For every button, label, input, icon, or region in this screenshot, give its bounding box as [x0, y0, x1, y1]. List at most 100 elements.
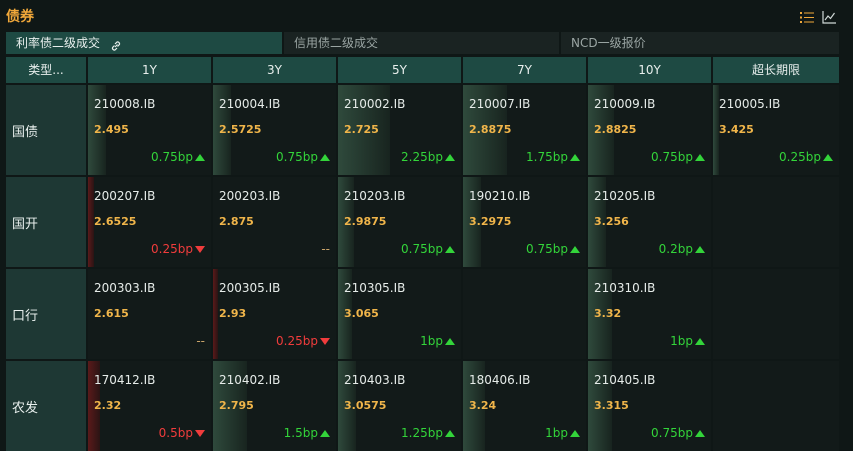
bond-cell[interactable]: 200305.IB 2.93 0.25bp [213, 269, 336, 359]
bond-cell[interactable]: 200203.IB 2.875 -- [213, 177, 336, 267]
bond-yield: 2.875 [219, 215, 254, 228]
bond-code: 200203.IB [219, 189, 281, 203]
triangle-up-icon [695, 245, 705, 253]
bp-change: 0.75bp [151, 150, 205, 164]
bp-change-value: 0.75bp [276, 150, 318, 164]
tab-ncd[interactable]: NCD一级报价 [561, 32, 839, 54]
bp-change-value: 0.25bp [779, 150, 821, 164]
bp-change-value: -- [196, 334, 205, 348]
tab-bar: 利率债二级成交 信用债二级成交 NCD一级报价 [6, 32, 839, 54]
triangle-down-icon [195, 429, 205, 437]
bp-change-value: 2.25bp [401, 150, 443, 164]
column-header[interactable]: 3Y [213, 57, 336, 83]
bond-cell[interactable]: 210305.IB 3.065 1bp [338, 269, 461, 359]
bond-code: 210002.IB [344, 97, 406, 111]
bond-cell[interactable]: 210405.IB 3.315 0.75bp [588, 361, 711, 451]
row-label: 国债 [6, 85, 86, 175]
bond-yield: 3.32 [594, 307, 622, 320]
bond-cell[interactable]: 210007.IB 2.8875 1.75bp [463, 85, 586, 175]
triangle-up-icon [445, 429, 455, 437]
tab-label: 利率债二级成交 [16, 36, 101, 50]
bp-change-value: 1.5bp [283, 426, 318, 440]
panel-title: 债券 [6, 9, 34, 25]
bond-yield: 3.315 [594, 399, 629, 412]
triangle-up-icon [570, 153, 580, 161]
column-header[interactable]: 1Y [88, 57, 211, 83]
bond-cell[interactable]: 210008.IB 2.495 0.75bp [88, 85, 211, 175]
bp-change-value: 0.25bp [276, 334, 318, 348]
bond-cell[interactable]: 180406.IB 3.24 1bp [463, 361, 586, 451]
bond-yield: 2.93 [219, 307, 247, 320]
bp-change-value: 0.25bp [151, 242, 193, 256]
bp-change-value: 0.75bp [151, 150, 193, 164]
bond-cell[interactable]: 210203.IB 2.9875 0.75bp [338, 177, 461, 267]
bond-code: 210405.IB [594, 373, 656, 387]
bond-cell[interactable]: 210004.IB 2.5725 0.75bp [213, 85, 336, 175]
triangle-down-icon [320, 337, 330, 345]
column-header-type[interactable]: 类型... [6, 57, 86, 83]
bond-cell[interactable]: 210009.IB 2.8825 0.75bp [588, 85, 711, 175]
triangle-up-icon [695, 337, 705, 345]
bond-code: 210007.IB [469, 97, 531, 111]
triangle-up-icon [570, 429, 580, 437]
bond-yield: 3.256 [594, 215, 629, 228]
triangle-up-icon [695, 429, 705, 437]
bond-cell[interactable]: 210403.IB 3.0575 1.25bp [338, 361, 461, 451]
bond-cell [713, 361, 839, 451]
bp-change: 0.25bp [276, 334, 330, 348]
bp-change-value: 0.2bp [658, 242, 693, 256]
bond-yield: 2.8875 [469, 123, 512, 136]
column-header[interactable]: 超长期限 [713, 57, 839, 83]
column-header[interactable]: 7Y [463, 57, 586, 83]
bond-yield: 3.425 [719, 123, 754, 136]
tab-credit-bond[interactable]: 信用债二级成交 [284, 32, 559, 54]
bp-change: 1.5bp [284, 426, 330, 440]
bond-code: 210205.IB [594, 189, 656, 203]
list-icon[interactable] [800, 9, 814, 23]
bp-change: 1.75bp [526, 150, 580, 164]
bp-change-value: 1bp [420, 334, 443, 348]
link-icon[interactable] [110, 37, 122, 59]
bond-cell[interactable]: 200207.IB 2.6525 0.25bp [88, 177, 211, 267]
bond-cell[interactable]: 170412.IB 2.32 0.5bp [88, 361, 211, 451]
triangle-up-icon [195, 153, 205, 161]
bp-change-value: 0.75bp [526, 242, 568, 256]
bond-yield: 2.8825 [594, 123, 637, 136]
bp-change-value: 0.75bp [651, 426, 693, 440]
bond-code: 190210.IB [469, 189, 531, 203]
bp-change: -- [196, 334, 205, 348]
bp-change: 0.75bp [276, 150, 330, 164]
bond-cell[interactable]: 210005.IB 3.425 0.25bp [713, 85, 839, 175]
triangle-up-icon [570, 245, 580, 253]
bond-code: 210402.IB [219, 373, 281, 387]
bp-change: 0.75bp [651, 426, 705, 440]
bond-grid: 类型... 1Y 3Y 5Y 7Y 10Y 超长期限 国债 210008.IB 2.495 0.75… [6, 57, 839, 451]
bp-change: 1.25bp [401, 426, 455, 440]
bond-code: 180406.IB [469, 373, 531, 387]
bp-change: 1bp [545, 426, 580, 440]
bond-yield: 2.615 [94, 307, 129, 320]
triangle-up-icon [445, 153, 455, 161]
tab-label: NCD一级报价 [571, 36, 646, 50]
bond-yield: 2.495 [94, 123, 129, 136]
bond-cell[interactable]: 190210.IB 3.2975 0.75bp [463, 177, 586, 267]
bp-change: 0.5bp [159, 426, 205, 440]
bond-code: 200305.IB [219, 281, 281, 295]
bond-code: 210403.IB [344, 373, 406, 387]
bond-cell[interactable]: 200303.IB 2.615 -- [88, 269, 211, 359]
tab-rate-bond[interactable]: 利率债二级成交 [6, 32, 282, 54]
bond-cell [713, 177, 839, 267]
bond-cell[interactable]: 210402.IB 2.795 1.5bp [213, 361, 336, 451]
bp-change: 1bp [670, 334, 705, 348]
bond-yield: 3.065 [344, 307, 379, 320]
bond-cell[interactable]: 210002.IB 2.725 2.25bp [338, 85, 461, 175]
column-header[interactable]: 5Y [338, 57, 461, 83]
column-header[interactable]: 10Y [588, 57, 711, 83]
line-chart-icon[interactable] [822, 9, 836, 24]
bp-change: 0.2bp [659, 242, 705, 256]
bond-cell[interactable]: 210205.IB 3.256 0.2bp [588, 177, 711, 267]
bond-yield: 2.32 [94, 399, 122, 412]
bond-cell[interactable]: 210310.IB 3.32 1bp [588, 269, 711, 359]
bp-change-value: 0.75bp [401, 242, 443, 256]
row-label: 农发 [6, 361, 86, 451]
